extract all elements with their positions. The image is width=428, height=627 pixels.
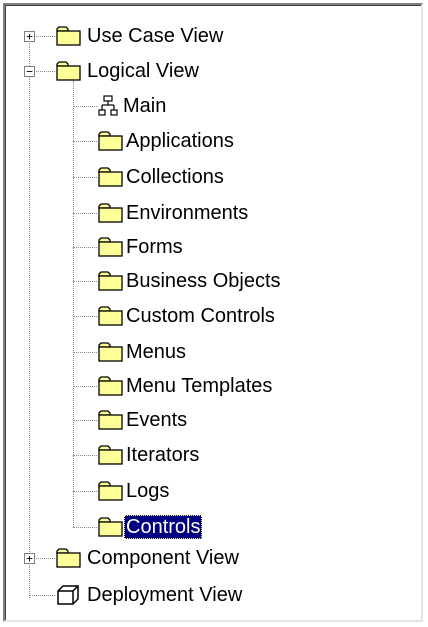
tree-item-controls[interactable]: Controls [124, 515, 203, 539]
folder-icon [56, 548, 81, 568]
tree-item-forms[interactable]: Forms [124, 235, 185, 259]
tree-item-environments[interactable]: Environments [124, 201, 250, 225]
folder-icon [98, 517, 123, 537]
tree-connector [73, 316, 97, 317]
tree-view[interactable]: + − + Use Case View Logical View Main Ap… [5, 5, 421, 620]
folder-icon [98, 271, 123, 291]
folder-icon [98, 167, 123, 187]
tree-connector [73, 420, 97, 421]
tree-item-deployment-view[interactable]: Deployment View [85, 583, 244, 607]
tree-connector [73, 213, 97, 214]
tree-connector [73, 106, 97, 107]
tree-connector [73, 141, 97, 142]
tree-item-component-view[interactable]: Component View [85, 546, 241, 570]
browser-frame: + − + Use Case View Logical View Main Ap… [3, 3, 423, 622]
tree-connector [73, 455, 97, 456]
folder-icon [98, 445, 123, 465]
tree-connector [73, 386, 97, 387]
cube-icon [57, 585, 79, 605]
folder-icon [98, 203, 123, 223]
tree-item-logs[interactable]: Logs [124, 479, 171, 503]
tree-logical-line [73, 81, 74, 527]
class-diagram-icon [98, 95, 118, 116]
tree-item-applications[interactable]: Applications [124, 129, 236, 153]
folder-icon [98, 481, 123, 501]
collapse-toggle-logical-view[interactable]: − [24, 66, 35, 77]
folder-icon [98, 306, 123, 326]
tree-item-logical-view[interactable]: Logical View [85, 59, 201, 83]
expand-toggle-component-view[interactable]: + [24, 553, 35, 564]
tree-item-custom-controls[interactable]: Custom Controls [124, 304, 277, 328]
folder-icon [98, 237, 123, 257]
tree-connector [73, 247, 97, 248]
expand-toggle-use-case-view[interactable]: + [24, 31, 35, 42]
tree-connector [73, 177, 97, 178]
tree-item-business-objects[interactable]: Business Objects [124, 269, 283, 293]
tree-connector [73, 352, 97, 353]
tree-item-iterators[interactable]: Iterators [124, 443, 201, 467]
folder-icon [98, 342, 123, 362]
folder-icon [98, 410, 123, 430]
tree-item-collections[interactable]: Collections [124, 165, 226, 189]
tree-item-use-case-view[interactable]: Use Case View [85, 24, 225, 48]
tree-connector [73, 491, 97, 492]
tree-connector [73, 281, 97, 282]
tree-connector [73, 527, 97, 528]
tree-item-menus[interactable]: Menus [124, 340, 188, 364]
folder-icon [98, 131, 123, 151]
tree-item-events[interactable]: Events [124, 408, 189, 432]
tree-connector [29, 595, 55, 596]
folder-icon [98, 376, 123, 396]
tree-item-menu-templates[interactable]: Menu Templates [124, 374, 274, 398]
tree-item-main[interactable]: Main [121, 94, 168, 118]
tree-root-line [29, 36, 30, 598]
folder-icon [56, 61, 81, 81]
folder-icon [56, 26, 81, 46]
